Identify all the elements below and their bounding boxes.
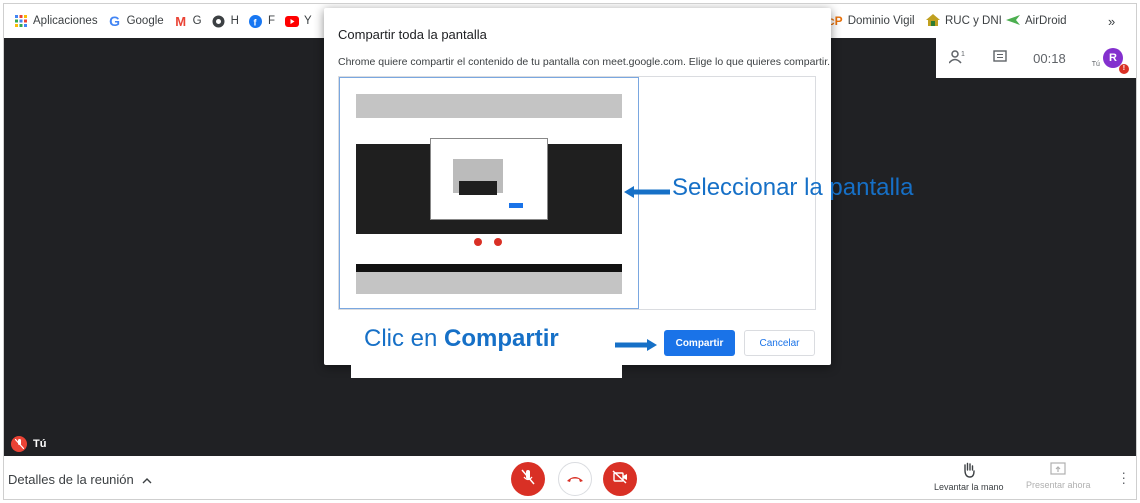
raise-hand-button[interactable]: Levantar la mano [934, 462, 1004, 492]
bookmark-dominio-vigil[interactable]: cP Dominio Vigil [828, 4, 915, 38]
bookmark-label: Dominio Vigil [847, 15, 915, 27]
thumbnail-dialog [430, 138, 548, 220]
svg-text:1: 1 [961, 51, 965, 58]
annotation-click-target: Compartir [444, 325, 559, 352]
self-tile-label: Tú [11, 436, 46, 452]
mic-off-icon [11, 436, 27, 452]
bookmark-label: Google [126, 15, 164, 27]
arrow-right-annotation-icon [615, 338, 657, 356]
raise-hand-label: Levantar la mano [934, 482, 1004, 492]
thumbnail-inner-preview [453, 159, 503, 195]
airdroid-icon [1006, 14, 1020, 28]
self-avatar-group: Tú R ! [1091, 48, 1129, 74]
thumbnail-inner-dark [459, 181, 497, 195]
meeting-details-button[interactable]: Detalles de la reunión [8, 472, 152, 487]
people-icon[interactable]: 1 [948, 49, 967, 67]
annotation-click-share: Clic en Compartir [364, 325, 559, 353]
share-button[interactable]: Compartir [664, 330, 735, 356]
thumbnail-camera-icon [494, 238, 502, 246]
annotation-select-screen: Seleccionar la pantalla [672, 174, 914, 201]
ruc-icon [926, 13, 940, 29]
bookmark-airdroid[interactable]: AirDroid [1006, 4, 1067, 38]
bookmarks-overflow-button[interactable]: » [1108, 4, 1115, 38]
thumbnail-taskbar [356, 264, 622, 272]
screen-option-tile[interactable] [339, 77, 639, 309]
mic-toggle-button[interactable] [511, 462, 545, 496]
bookmark-gmail[interactable]: M G [174, 13, 202, 29]
google-icon: G [109, 13, 121, 29]
bookmark-h[interactable]: H [212, 14, 239, 28]
avatar-initial: R [1108, 52, 1117, 64]
cancel-button[interactable]: Cancelar [744, 330, 815, 356]
self-name: Tú [33, 438, 47, 450]
camera-toggle-button[interactable] [603, 462, 637, 496]
chevron-up-icon [142, 472, 152, 487]
leave-call-button[interactable] [558, 462, 592, 496]
dialog-title: Compartir toda la pantalla [338, 27, 487, 42]
meet-top-right-panel: 1 00:18 Tú R ! [936, 38, 1136, 78]
bookmark-label: Y [303, 15, 312, 27]
annotation-click-prefix: Clic en [364, 325, 445, 352]
chevron-double-right-icon: » [1108, 13, 1116, 29]
meet-bottom-bar: Detalles de la reunión Levantar la mano [4, 456, 1136, 499]
facebook-icon: f [249, 14, 263, 28]
meeting-details-label: Detalles de la reunión [8, 472, 134, 487]
dialog-subtitle: Chrome quiere compartir el contenido de … [338, 56, 831, 68]
more-options-icon[interactable]: · · · [1121, 465, 1126, 489]
avatar[interactable]: R ! [1102, 48, 1129, 74]
globe-icon [212, 14, 226, 28]
screenshot-frame: Aplicaciones G Google M G H f F Y cP Dom… [3, 3, 1137, 500]
present-screen-icon [1050, 462, 1066, 478]
thumbnail-bottom-bar [356, 234, 622, 264]
hang-up-icon [566, 470, 584, 488]
chat-icon[interactable] [993, 49, 1007, 67]
hand-icon [962, 462, 976, 480]
alert-badge-icon: ! [1118, 64, 1129, 74]
bookmark-label: Aplicaciones [33, 15, 98, 27]
bookmark-label: F [267, 15, 275, 27]
bookmark-label: G [192, 15, 202, 27]
bookmark-apps[interactable]: Aplicaciones [14, 14, 98, 28]
present-now-label: Presentar ahora [1026, 480, 1091, 490]
apps-grid-icon [14, 14, 28, 28]
avatar-label: Tú [1091, 61, 1100, 68]
screen-thumbnail [356, 94, 622, 294]
bookmark-label: RUC y DNI [945, 15, 1002, 27]
bookmark-label: AirDroid [1025, 15, 1067, 27]
present-now-button[interactable]: Presentar ahora [1026, 462, 1091, 490]
thumbnail-mic-icon [474, 238, 482, 246]
bookmark-facebook[interactable]: f F [249, 14, 275, 28]
thumbnail-share-button [509, 203, 523, 208]
gmail-icon: M [175, 13, 187, 29]
bookmark-label: H [230, 15, 239, 27]
bookmark-google[interactable]: G Google [108, 13, 164, 29]
arrow-left-annotation-icon [624, 185, 670, 203]
youtube-icon [284, 14, 299, 28]
bookmark-youtube[interactable]: Y [284, 14, 312, 28]
mic-off-icon [521, 469, 535, 490]
annotation-backdrop [351, 364, 622, 378]
meeting-timer: 00:18 [1033, 50, 1066, 66]
bookmark-ruc-dni[interactable]: RUC y DNI [926, 4, 1002, 38]
camera-off-icon [612, 469, 628, 489]
